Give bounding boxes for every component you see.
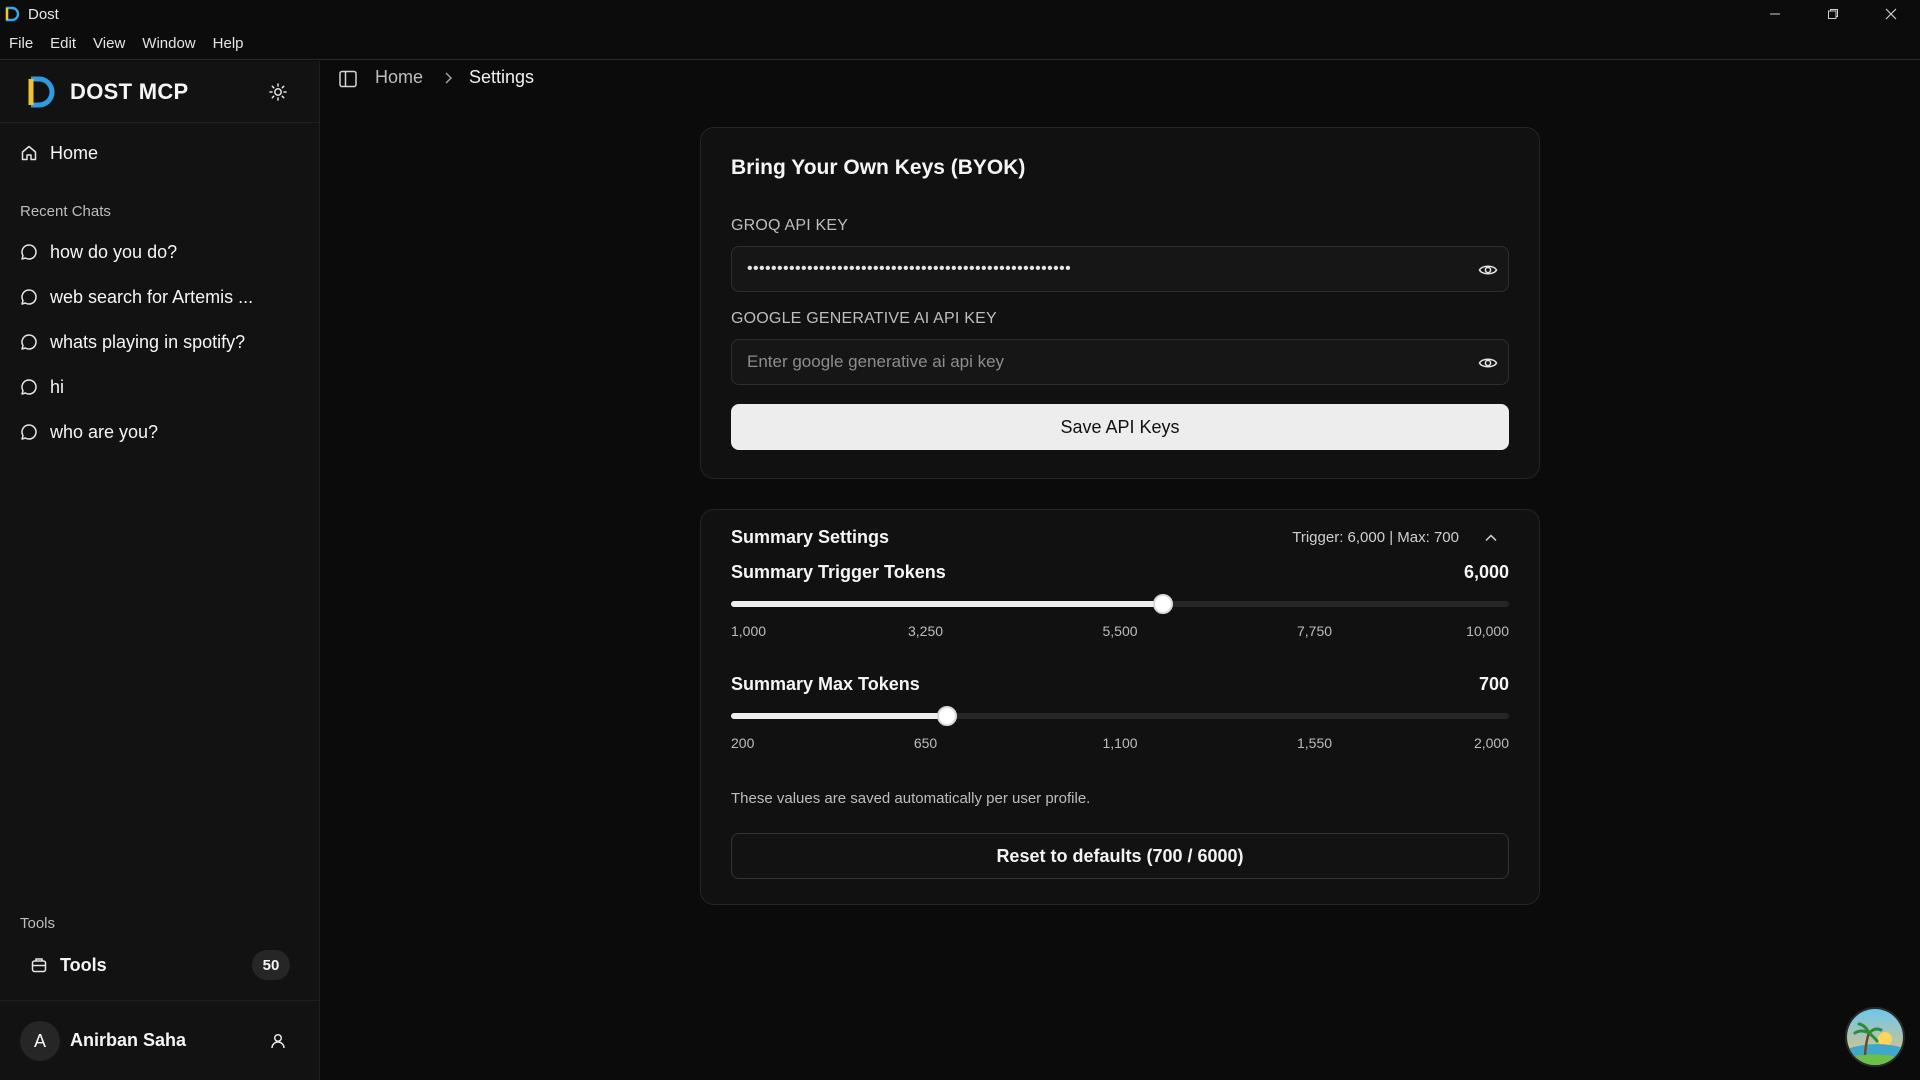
slider-tick-label: 5,500 (1102, 623, 1138, 639)
byok-title: Bring Your Own Keys (BYOK) (731, 156, 1026, 179)
menu-view[interactable]: View (88, 35, 130, 52)
google-key-placeholder: Enter google generative ai api key (747, 352, 1005, 371)
chat-item[interactable]: who are you? (10, 413, 310, 451)
max-tokens-value: 700 (1478, 674, 1509, 694)
max-tokens-slider[interactable] (731, 706, 1509, 726)
summary-settings-title: Summary Settings (731, 527, 890, 547)
chat-bubble-icon (21, 334, 37, 350)
chat-item-label: hi (50, 376, 65, 397)
slider-tick-label: 7,750 (1296, 623, 1333, 639)
chat-item[interactable]: how do you do? (10, 233, 310, 271)
menu-bar: File Edit View Window Help (0, 28, 1920, 60)
chat-bubble-icon (21, 424, 37, 440)
close-button[interactable] (1862, 0, 1920, 28)
slider-tick-label: 10,000 (1466, 623, 1509, 639)
window-title: Dost (28, 5, 59, 23)
app-logo-icon (5, 6, 20, 22)
tools-section-heading: Tools (20, 915, 56, 932)
menu-edit[interactable]: Edit (45, 35, 81, 52)
summary-settings-card: Summary Settings Trigger: 6,000 | Max: 7… (700, 509, 1540, 905)
save-api-keys-button[interactable]: Save API Keys (731, 404, 1509, 450)
google-key-input[interactable]: Enter google generative ai api key (731, 339, 1509, 385)
reset-defaults-button[interactable]: Reset to defaults (700 / 6000) (731, 833, 1509, 879)
trigger-tokens-label: Summary Trigger Tokens (731, 562, 946, 582)
slider-tick-label: 650 (913, 735, 938, 751)
max-tokens-label: Summary Max Tokens (731, 674, 920, 694)
chat-bubble-icon (21, 244, 37, 260)
eye-icon[interactable] (1478, 353, 1498, 373)
chat-item-label: whats playing in spotify? (50, 331, 246, 352)
chat-bubble-icon (21, 289, 37, 305)
user-profile-button[interactable] (266, 1029, 290, 1053)
google-key-label: GOOGLE GENERATIVE AI API KEY (731, 310, 997, 327)
chat-item[interactable]: whats playing in spotify? (10, 323, 310, 361)
slider-thumb[interactable] (1153, 594, 1174, 614)
menu-window[interactable]: Window (137, 35, 200, 52)
window-controls (1746, 0, 1920, 28)
slider-tick-label: 1,000 (731, 623, 767, 639)
menu-help[interactable]: Help (208, 35, 249, 52)
home-icon (21, 145, 37, 161)
sidebar-item-tools[interactable]: Tools 50 (20, 945, 290, 985)
eye-icon[interactable] (1478, 260, 1498, 280)
title-bar: Dost (0, 0, 1920, 28)
menu-file[interactable]: File (4, 35, 38, 52)
chat-item-label: who are you? (50, 421, 159, 442)
main-content: Home Settings Bring Your Own Keys (BYOK)… (321, 61, 1920, 1080)
slider-tick-label: 1,100 (1102, 735, 1138, 751)
sun-icon (269, 83, 287, 101)
trigger-tokens-slider[interactable] (731, 594, 1509, 614)
trigger-tokens-ticks: 1,000 3,250 5,500 7,750 10,000 (731, 623, 1509, 641)
minimize-button[interactable] (1746, 0, 1804, 28)
avatar: A (20, 1021, 60, 1061)
restore-button[interactable] (1804, 0, 1862, 28)
chevron-right-icon (445, 72, 453, 84)
sidebar-item-label: Tools (60, 954, 107, 975)
chat-item[interactable]: web search for Artemis ... (10, 278, 310, 316)
close-icon (1885, 8, 1897, 20)
brand-header: DOST MCP (0, 61, 320, 123)
sidebar-item-home[interactable]: Home (10, 133, 310, 173)
brand-name: DOST MCP (70, 79, 189, 104)
chat-item-label: web search for Artemis ... (50, 286, 254, 307)
breadcrumb-current: Settings (469, 67, 535, 87)
summary-settings-meta: Trigger: 6,000 | Max: 700 (1292, 529, 1459, 546)
slider-thumb[interactable] (937, 706, 958, 726)
autosave-hint: These values are saved automatically per… (731, 790, 1091, 807)
dost-logo-icon (28, 76, 55, 108)
theme-toggle-button[interactable] (266, 80, 290, 104)
max-tokens-ticks: 200 650 1,100 1,550 2,000 (731, 735, 1509, 753)
slider-fill (731, 713, 948, 719)
slider-tick-label: 200 (731, 735, 755, 751)
chat-bubble-icon (21, 379, 37, 395)
trigger-tokens-value: 6,000 (1463, 562, 1509, 582)
groq-key-label: GROQ API KEY (731, 217, 849, 234)
slider-tick-label: 3,250 (907, 623, 944, 639)
sidebar: DOST MCP Home Recent Chats how do you do… (0, 61, 320, 1080)
minimize-icon (1770, 13, 1780, 15)
tools-icon (31, 958, 47, 973)
sidebar-item-label: Home (50, 142, 99, 163)
slider-tick-label: 1,550 (1296, 735, 1333, 751)
chat-item[interactable]: hi (10, 368, 310, 406)
restore-icon (1828, 9, 1838, 19)
groq-key-value: ••••••••••••••••••••••••••••••••••••••••… (747, 260, 1072, 277)
groq-key-input[interactable]: ••••••••••••••••••••••••••••••••••••••••… (731, 246, 1509, 292)
slider-fill (731, 601, 1164, 607)
floating-assistant-button[interactable] (1845, 1007, 1905, 1067)
recent-chats-heading: Recent Chats (20, 203, 111, 220)
sidebar-toggle-icon[interactable] (338, 69, 358, 89)
user-icon (271, 1033, 285, 1049)
tools-count-badge: 50 (252, 950, 290, 980)
byok-card: Bring Your Own Keys (BYOK) GROQ API KEY … (700, 127, 1540, 479)
chat-item-label: how do you do? (50, 241, 178, 262)
user-name: Anirban Saha (70, 1030, 187, 1050)
top-bar: Home Settings (321, 61, 1920, 97)
chevron-up-icon[interactable] (1483, 530, 1499, 546)
user-profile-row: A Anirban Saha (0, 1000, 320, 1080)
breadcrumb-home[interactable]: Home (375, 67, 423, 88)
slider-tick-label: 2,000 (1473, 735, 1509, 751)
